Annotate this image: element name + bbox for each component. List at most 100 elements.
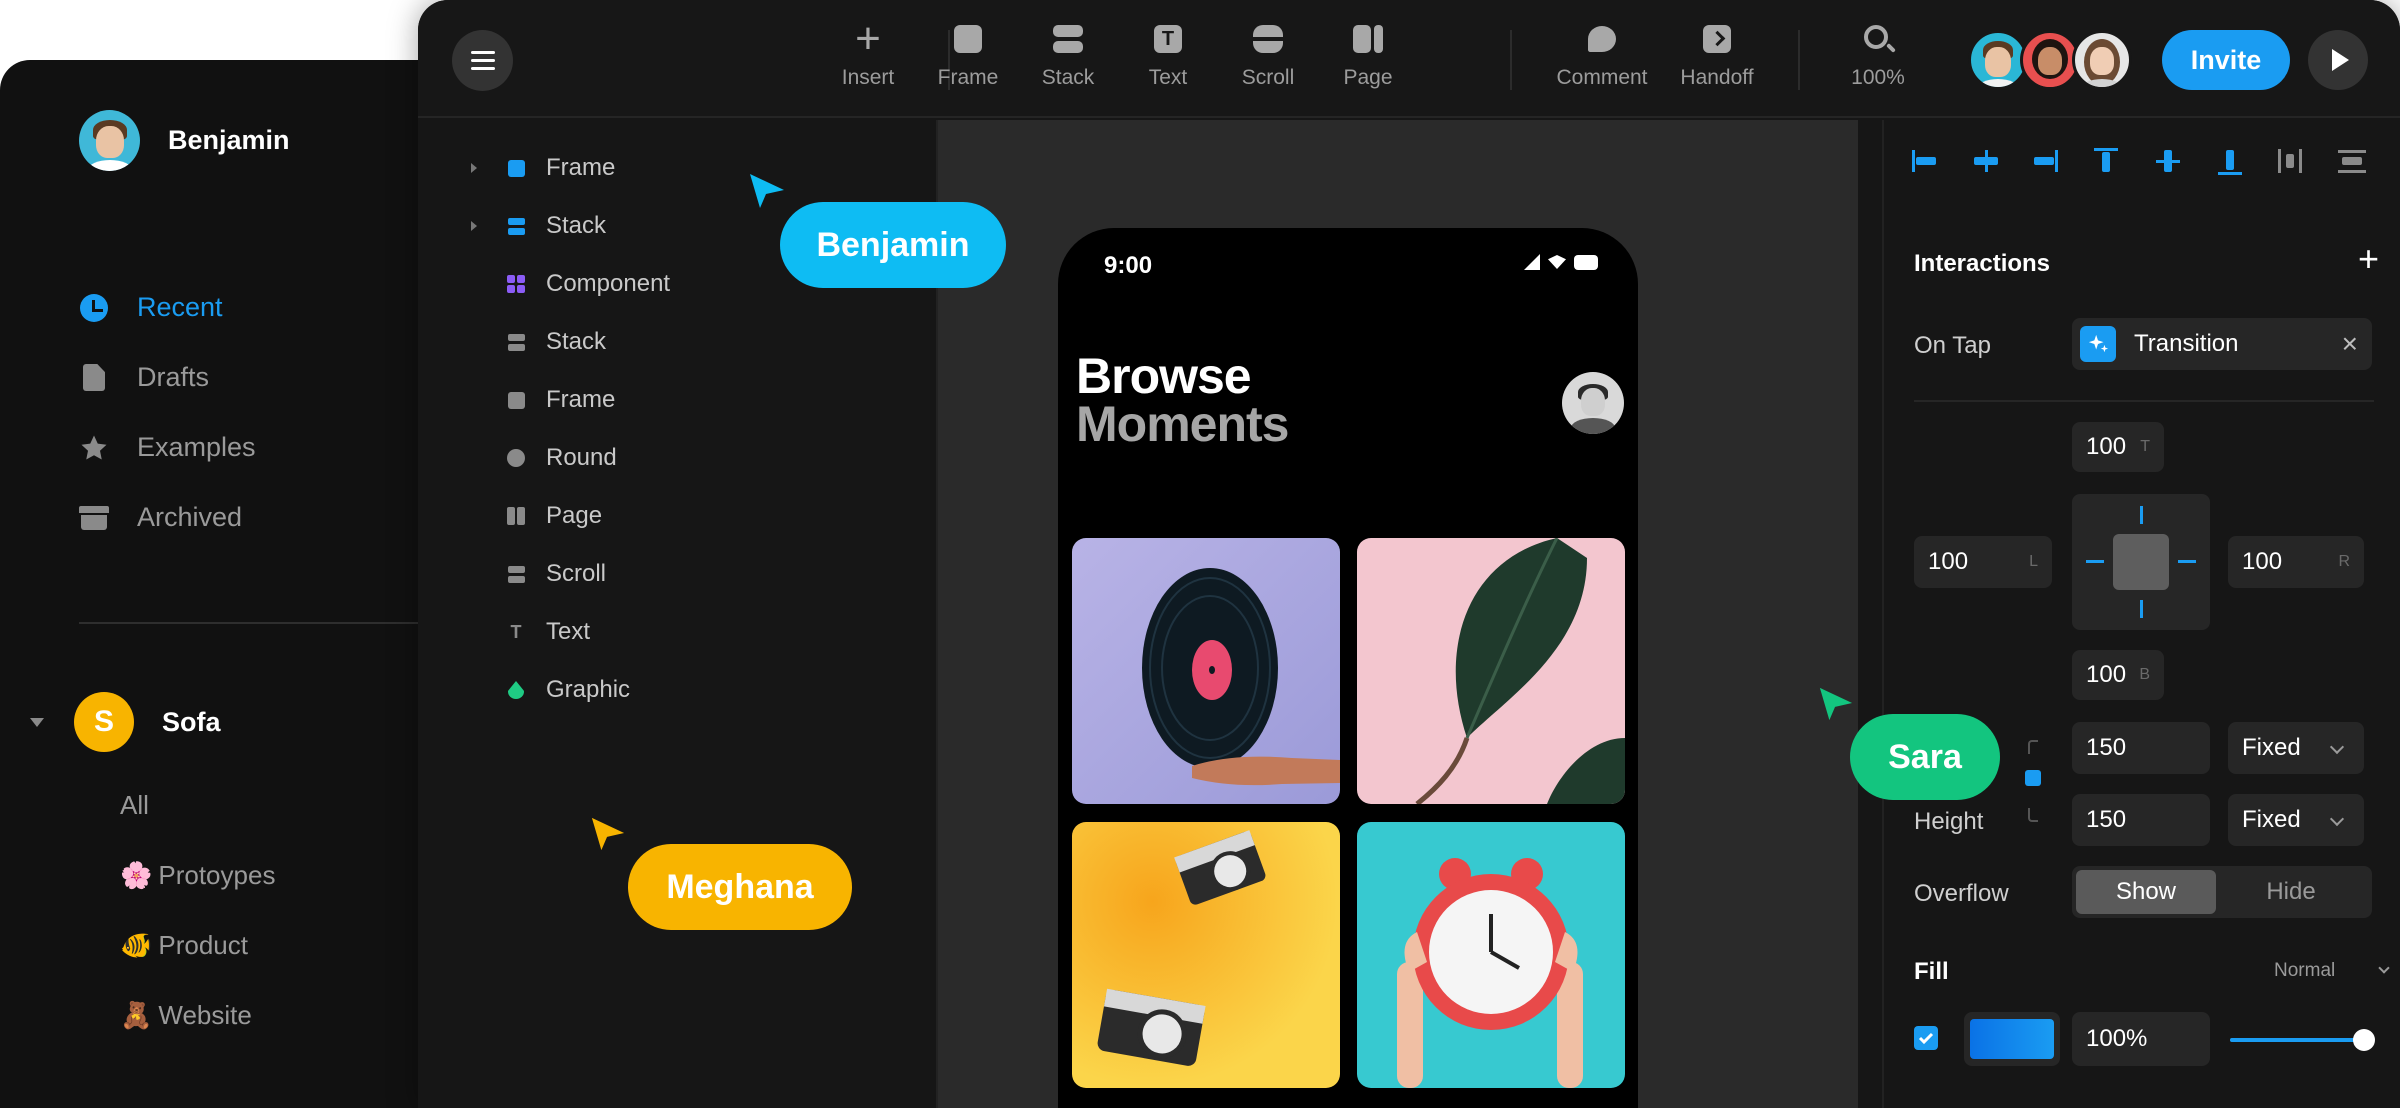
properties-panel: Interactions + On Tap Transition × 100 T … <box>1882 120 2400 1108</box>
photo-vinyl-record[interactable] <box>1072 538 1340 804</box>
layer-row-frame[interactable]: Frame <box>418 148 918 188</box>
cursor-meghana-icon <box>591 817 625 851</box>
nav-item-drafts[interactable]: Drafts <box>79 362 209 393</box>
align-bottom-icon[interactable] <box>2214 146 2246 176</box>
layer-row-frame[interactable]: Frame <box>418 380 918 420</box>
tool-text[interactable]: T Text <box>1113 22 1223 90</box>
app-root: Benjamin Recent Drafts Examples Archived… <box>0 0 2400 1108</box>
top-offset-field[interactable]: 100 T <box>2072 422 2164 472</box>
layer-row-scroll[interactable]: Scroll <box>418 554 918 594</box>
constraint-left[interactable] <box>2086 560 2104 563</box>
frame-icon <box>951 22 985 56</box>
plus-icon[interactable]: + <box>2358 238 2379 280</box>
align-top-icon[interactable] <box>2090 146 2122 176</box>
fill-checkbox[interactable] <box>1914 1026 1938 1050</box>
close-icon[interactable]: × <box>2342 328 2358 360</box>
align-middle-icon[interactable] <box>2152 146 2184 176</box>
tool-insert[interactable]: + Insert <box>813 17 923 90</box>
layer-label: Frame <box>546 154 616 181</box>
project-all[interactable]: All <box>120 790 149 821</box>
align-right-icon[interactable] <box>2028 146 2060 176</box>
photo-plant-leaf[interactable] <box>1357 538 1625 804</box>
right-offset-field[interactable]: 100 R <box>2228 536 2364 588</box>
tool-label: Comment <box>1556 66 1648 89</box>
tool-stack[interactable]: Stack <box>1013 22 1123 90</box>
tool-comment[interactable]: Comment <box>1547 22 1657 90</box>
chevron-right-icon[interactable] <box>460 221 488 231</box>
tool-zoom[interactable]: 100% <box>1823 22 1933 90</box>
layer-row-text[interactable]: T Text <box>418 612 918 652</box>
fill-color-swatch[interactable] <box>1964 1012 2060 1066</box>
collaborator-avatar[interactable] <box>2020 30 2080 90</box>
height-mode-select[interactable]: Fixed <box>2228 794 2364 846</box>
project-website[interactable]: 🧸 Website <box>120 1000 252 1031</box>
opacity-slider[interactable] <box>2230 1029 2375 1051</box>
nav-item-label: Recent <box>137 292 223 322</box>
menu-button[interactable] <box>452 30 513 91</box>
blend-mode-select[interactable]: Normal <box>2274 960 2335 982</box>
project-protoypes[interactable]: 🌸 Protoypes <box>120 860 275 891</box>
toolbar-separator <box>1798 30 1800 90</box>
constraint-bottom[interactable] <box>2140 600 2143 618</box>
phone-frame[interactable]: 9:00 Browse Moments <box>1058 228 1638 1108</box>
fill-opacity-field[interactable]: 100% <box>2072 1012 2210 1066</box>
team-sofa[interactable]: S Sofa <box>30 692 221 752</box>
width-field[interactable]: 150 <box>2072 722 2210 774</box>
constraint-right[interactable] <box>2178 560 2196 563</box>
sparkle-icon <box>2080 326 2116 362</box>
canvas[interactable]: 9:00 Browse Moments <box>938 120 1858 1108</box>
team-badge: S <box>74 692 134 752</box>
tool-handoff[interactable]: Handoff <box>1662 22 1772 90</box>
distribute-vertical-icon[interactable] <box>2336 146 2368 176</box>
photo-cameras[interactable] <box>1072 822 1340 1088</box>
transition-field[interactable]: Transition × <box>2072 318 2372 370</box>
layer-row-stack[interactable]: Stack <box>418 322 918 362</box>
frame-icon <box>506 390 526 410</box>
layer-row-round[interactable]: Round <box>418 438 918 478</box>
width-mode-select[interactable]: Fixed <box>2228 722 2364 774</box>
signal-icon <box>1524 254 1540 270</box>
nav-item-archived[interactable]: Archived <box>79 502 242 533</box>
slider-handle[interactable] <box>2353 1029 2375 1051</box>
on-tap-label: On Tap <box>1914 332 1991 359</box>
layer-label: Frame <box>546 386 616 413</box>
distribute-horizontal-icon[interactable] <box>2274 146 2306 176</box>
chevron-down-icon[interactable] <box>30 717 44 727</box>
tool-page[interactable]: Page <box>1313 22 1423 90</box>
constraint-top[interactable] <box>2140 506 2143 524</box>
bottom-offset-field[interactable]: 100 B <box>2072 650 2164 700</box>
collaborator-avatar[interactable] <box>2072 30 2132 90</box>
layer-label: Graphic <box>546 676 631 703</box>
nav-item-examples[interactable]: Examples <box>79 432 256 463</box>
project-product[interactable]: 🐠 Product <box>120 930 248 961</box>
tool-label: Stack <box>1041 66 1095 89</box>
align-center-horizontal-icon[interactable] <box>1970 146 2002 176</box>
link-bracket <box>2028 808 2038 822</box>
fill-title: Fill <box>1914 958 1949 985</box>
layer-row-page[interactable]: Page <box>418 496 918 536</box>
chevron-right-icon[interactable] <box>460 163 488 173</box>
layer-row-graphic[interactable]: Graphic <box>418 670 918 710</box>
invite-button[interactable]: Invite <box>2162 30 2290 90</box>
play-icon[interactable] <box>2308 30 2368 90</box>
dashboard-user[interactable]: Benjamin <box>79 110 290 171</box>
star-icon <box>79 433 109 463</box>
nav-item-recent[interactable]: Recent <box>79 292 223 323</box>
layer-label: Stack <box>546 212 607 239</box>
lock-icon[interactable] <box>2025 770 2041 786</box>
tool-label: Scroll <box>1241 66 1295 89</box>
tool-frame[interactable]: Frame <box>913 22 1023 90</box>
constraint-widget[interactable] <box>2072 494 2210 630</box>
align-left-icon[interactable] <box>1910 146 1942 176</box>
overflow-hide-option[interactable]: Hide <box>2216 870 2366 914</box>
status-time: 9:00 <box>1104 252 1153 279</box>
collaborator-avatar[interactable] <box>1968 30 2028 90</box>
tool-scroll[interactable]: Scroll <box>1213 22 1323 90</box>
height-field[interactable]: 150 <box>2072 794 2210 846</box>
project-label: Protoypes <box>158 860 276 890</box>
stack-icon <box>1051 22 1085 56</box>
overflow-show-option[interactable]: Show <box>2076 870 2216 914</box>
photo-alarm-clock[interactable] <box>1357 822 1625 1088</box>
left-offset-field[interactable]: 100 L <box>1914 536 2052 588</box>
avatar[interactable] <box>1562 372 1624 434</box>
